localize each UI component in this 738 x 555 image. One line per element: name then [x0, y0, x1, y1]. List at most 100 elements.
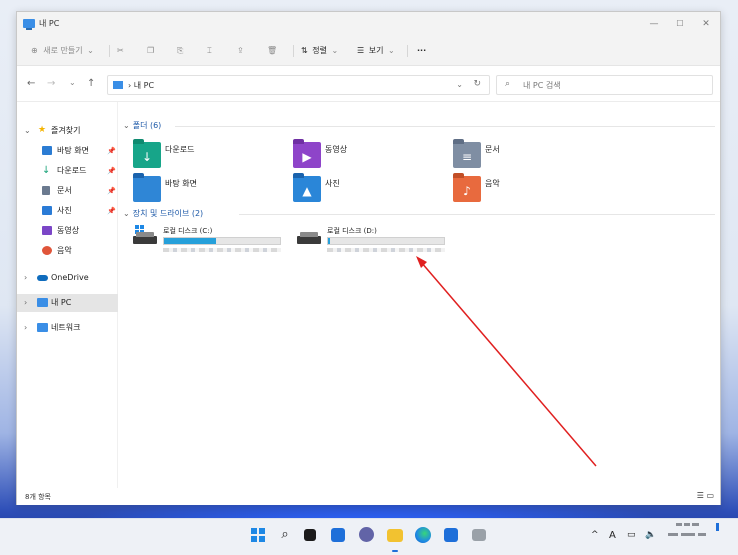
folder-label: 바탕 화면	[165, 179, 197, 188]
app-icon[interactable]	[472, 529, 486, 541]
pin-icon: 📌	[107, 147, 116, 155]
address-bar[interactable]: › 내 PC ⌄ ↻	[107, 75, 490, 95]
group-divider	[175, 126, 715, 127]
title-bar[interactable]: 내 PC — ☐ ✕	[17, 12, 720, 36]
item-count: 8개 항목	[25, 493, 51, 501]
folder-label: 음악	[485, 179, 500, 188]
address-row: ← → ⌄ ↑ › 내 PC ⌄ ↻ ⌕ 내 PC 검색	[17, 66, 720, 102]
this-pc-icon	[37, 298, 48, 307]
sidebar-item-documents[interactable]: 문서 📌	[17, 182, 118, 200]
star-icon: ★	[38, 125, 47, 135]
more-options-button[interactable]: ···	[417, 44, 426, 58]
edge-browser-icon[interactable]	[415, 527, 431, 543]
tiles-view-icon[interactable]: ▭	[706, 491, 714, 500]
pictures-icon	[42, 206, 52, 215]
chevron-down-icon[interactable]: ⌄	[456, 80, 463, 89]
file-explorer-window: 내 PC — ☐ ✕ ⊕ 새로 만들기 ⌄ ✂ ❐ ⎘ ⌶ ⇪ 🗑 ⇅ 정렬 ⌄…	[16, 11, 721, 505]
chat-icon[interactable]	[359, 527, 374, 542]
network-tray-icon[interactable]: ▭	[627, 530, 636, 540]
chevron-down-icon: ⌄	[87, 46, 94, 55]
sort-button[interactable]: ⇅ 정렬 ⌄	[301, 44, 338, 58]
search-icon: ⌕	[505, 79, 511, 89]
desktop-icon	[42, 146, 52, 155]
sidebar-item-desktop[interactable]: 바탕 화면 📌	[17, 142, 118, 160]
minimize-button[interactable]: —	[641, 16, 667, 32]
search-icon[interactable]: ⌕	[277, 527, 293, 543]
sidebar-item-label: 동영상	[57, 226, 80, 235]
notification-icon[interactable]	[716, 523, 719, 531]
pictures-folder-icon: ▲	[293, 173, 321, 202]
music-icon	[42, 246, 52, 255]
sidebar-item-label: 다운로드	[57, 166, 87, 175]
drive-free-space-text	[327, 248, 445, 252]
folders-group-header[interactable]: ⌄ 폴더 (6)	[123, 120, 161, 131]
group-divider	[239, 214, 715, 215]
file-explorer-icon[interactable]	[387, 529, 403, 542]
sidebar-item-pictures[interactable]: 사진 📌	[17, 202, 118, 220]
sidebar-item-this-pc[interactable]: › 내 PC	[17, 294, 118, 312]
clock[interactable]	[668, 521, 716, 543]
this-pc-icon	[23, 19, 35, 30]
download-folder-icon: ↓	[133, 139, 161, 168]
folder-label: 사진	[325, 179, 340, 188]
view-button[interactable]: ☰ 보기 ⌄	[357, 44, 395, 58]
widgets-icon[interactable]	[331, 528, 345, 542]
delete-icon[interactable]: 🗑	[267, 44, 277, 58]
sort-icon: ⇅	[301, 46, 308, 55]
sidebar-item-downloads[interactable]: ↓ 다운로드 📌	[17, 162, 118, 180]
tray-overflow-chevron-icon[interactable]: ^	[591, 530, 599, 540]
separator	[293, 45, 294, 57]
folder-label: 동영상	[325, 145, 348, 154]
pin-icon: 📌	[107, 167, 116, 175]
input-language-indicator[interactable]: A	[609, 530, 616, 541]
drive-label: 로컬 디스크 (D:)	[327, 227, 377, 235]
sidebar-item-onedrive[interactable]: › OneDrive	[17, 269, 118, 287]
forward-arrow-icon[interactable]: →	[47, 78, 55, 89]
chevron-down-icon: ⌄	[331, 46, 339, 55]
details-view-icon[interactable]: ☰	[697, 491, 704, 500]
task-view-icon[interactable]	[304, 529, 316, 541]
new-button[interactable]: ⊕ 새로 만들기 ⌄	[31, 44, 94, 58]
sidebar-item-videos[interactable]: 동영상	[17, 222, 118, 240]
chevron-right-icon: ›	[24, 298, 28, 307]
rename-icon[interactable]: ⌶	[207, 44, 212, 58]
drive-usage-bar	[163, 237, 281, 245]
back-arrow-icon[interactable]: ←	[27, 78, 35, 89]
taskbar: ⌕ ^ A ▭ 🔈	[0, 518, 738, 555]
chevron-right-icon: ›	[24, 273, 28, 282]
paste-icon[interactable]: ⎘	[177, 44, 183, 58]
drive-icon	[297, 232, 321, 244]
close-button[interactable]: ✕	[693, 16, 719, 32]
sidebar-item-music[interactable]: 음악	[17, 242, 118, 260]
sidebar-item-label: 음악	[57, 246, 72, 255]
drives-group-header[interactable]: ⌄ 장치 및 드라이브 (2)	[123, 208, 203, 219]
volume-icon[interactable]: 🔈	[645, 530, 656, 540]
download-icon: ↓	[42, 165, 51, 176]
sidebar-item-label: 문서	[57, 186, 72, 195]
drive-usage-bar	[327, 237, 445, 245]
copy-icon[interactable]: ❐	[147, 44, 154, 58]
active-indicator	[392, 550, 398, 552]
up-arrow-icon[interactable]: ↑	[87, 78, 95, 89]
sidebar-item-quick-access[interactable]: ⌄ ★ 즐겨찾기	[17, 122, 118, 140]
search-box[interactable]: ⌕ 내 PC 검색	[496, 75, 713, 95]
sidebar-item-label: OneDrive	[51, 273, 89, 282]
sidebar-item-label: 사진	[57, 206, 72, 215]
share-icon[interactable]: ⇪	[237, 44, 244, 58]
separator	[109, 45, 110, 57]
breadcrumb[interactable]: › 내 PC	[128, 80, 154, 91]
cut-icon[interactable]: ✂	[117, 44, 124, 58]
view-mode-toggle[interactable]: ☰ ▭	[697, 491, 714, 500]
sidebar-item-network[interactable]: › 네트워크	[17, 319, 118, 337]
chevron-down-icon: ⌄	[24, 126, 31, 135]
maximize-button[interactable]: ☐	[667, 16, 693, 32]
search-placeholder: 내 PC 검색	[523, 81, 561, 90]
recent-chevron-icon[interactable]: ⌄	[69, 78, 76, 87]
desktop-folder-icon	[133, 173, 161, 202]
refresh-icon[interactable]: ↻	[473, 79, 481, 89]
start-button[interactable]	[250, 527, 266, 543]
content-pane: ⌄ 폴더 (6) ↓ 다운로드 ▶ 동영상 ≡ 문서 바탕 화면 ▲ 사진 ♪ 음…	[119, 102, 720, 488]
drive-d[interactable]: 로컬 디스크 (D:)	[297, 226, 457, 260]
store-icon[interactable]	[444, 528, 458, 542]
drive-c[interactable]: 로컬 디스크 (C:)	[133, 225, 293, 260]
